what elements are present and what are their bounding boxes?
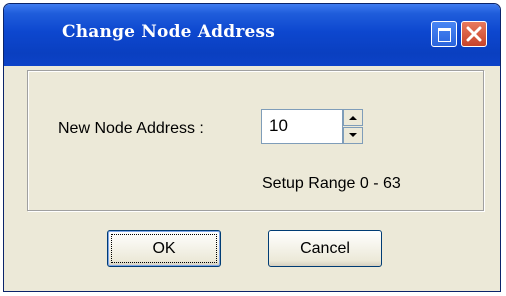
- focus-rectangle: [111, 234, 217, 263]
- title-bar[interactable]: Change Node Address: [4, 4, 500, 66]
- maximize-button[interactable]: [431, 21, 457, 47]
- close-button[interactable]: [461, 21, 487, 47]
- node-address-input[interactable]: 10: [261, 109, 343, 144]
- close-icon: [466, 26, 482, 42]
- window-title: Change Node Address: [62, 22, 276, 42]
- cancel-button-label: Cancel: [300, 240, 350, 257]
- arrow-down-icon: [349, 133, 357, 137]
- cancel-button[interactable]: Cancel: [268, 230, 382, 267]
- node-address-label: New Node Address :: [58, 120, 204, 137]
- maximize-icon: [438, 28, 451, 42]
- ok-button[interactable]: OK: [107, 230, 221, 267]
- spin-up-button[interactable]: [343, 109, 363, 126]
- setup-range-text: Setup Range 0 - 63: [262, 175, 401, 192]
- spin-down-button[interactable]: [343, 127, 363, 144]
- arrow-up-icon: [349, 116, 357, 120]
- address-groupbox: [27, 70, 484, 211]
